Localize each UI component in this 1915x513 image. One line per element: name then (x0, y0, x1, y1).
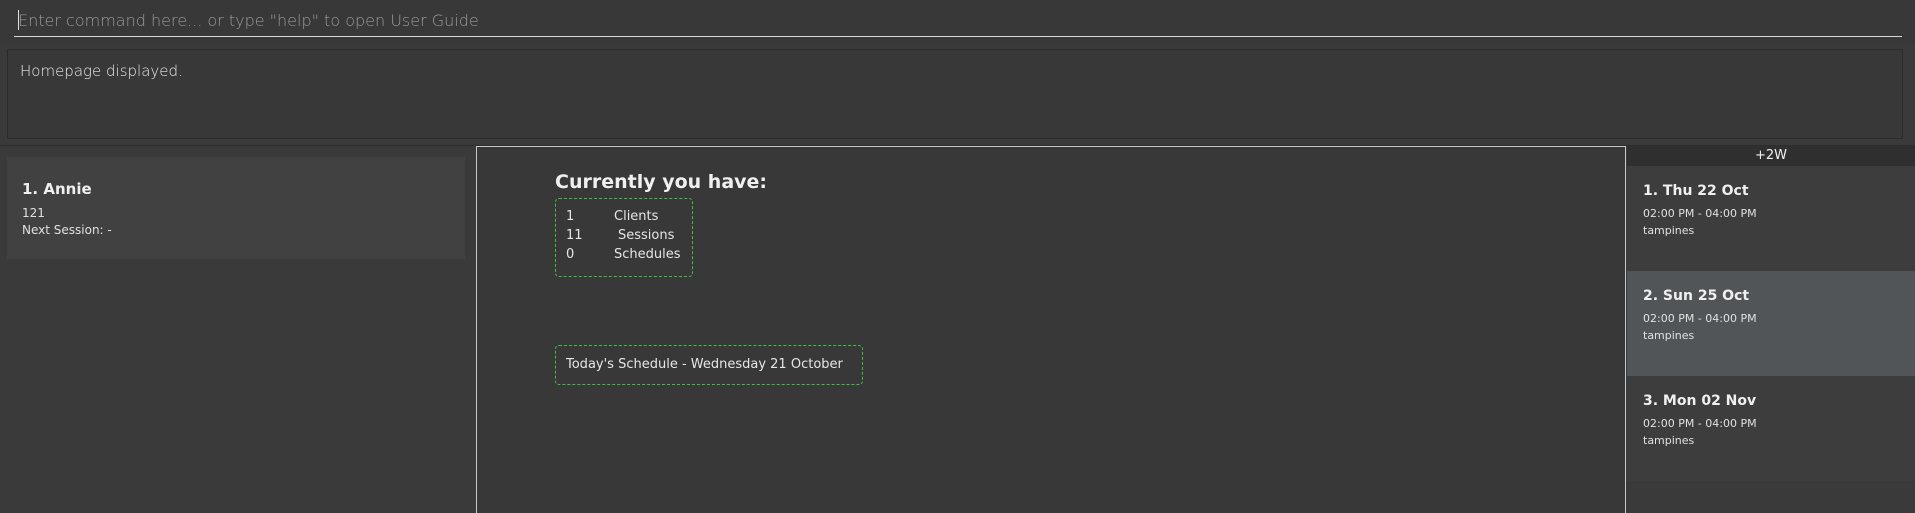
client-id: 121 (22, 206, 45, 220)
stats-box: 1 Clients 11 Sessions 0 Schedules (555, 198, 693, 277)
session-list-panel: +2W 1. Thu 22 Oct 02:00 PM - 04:00 PM ta… (1627, 146, 1915, 513)
session-time: 02:00 PM - 04:00 PM (1643, 417, 1757, 430)
session-date: 2. Sun 25 Oct (1643, 288, 1750, 304)
command-input[interactable] (14, 5, 1902, 37)
session-location: tampines (1643, 224, 1695, 237)
client-list-panel: 1. Annie 121 Next Session: - (0, 146, 475, 513)
client-card[interactable]: 1. Annie 121 Next Session: - (7, 157, 465, 259)
result-message: Homepage displayed. (20, 62, 183, 80)
session-card[interactable]: 3. Mon 02 Nov 02:00 PM - 04:00 PM tampin… (1627, 376, 1915, 481)
session-location: tampines (1643, 329, 1695, 342)
session-location: tampines (1643, 434, 1695, 447)
session-card-selected[interactable]: 2. Sun 25 Oct 02:00 PM - 04:00 PM tampin… (1627, 271, 1915, 376)
session-range-header[interactable]: +2W (1627, 146, 1915, 166)
stat-count: 1 (566, 209, 575, 224)
stat-count: 11 (566, 228, 583, 243)
client-next-session: Next Session: - (22, 223, 112, 237)
session-time: 02:00 PM - 04:00 PM (1643, 312, 1757, 325)
result-display: Homepage displayed. (7, 49, 1903, 139)
stat-count: 0 (566, 247, 575, 262)
stat-label: Clients (614, 209, 659, 224)
client-name: 1. Annie (22, 180, 92, 198)
text-caret (18, 10, 19, 30)
homepage-panel: Currently you have: 1 Clients 11 Session… (476, 146, 1626, 513)
stat-label: Sessions (618, 228, 675, 243)
stat-label: Schedules (614, 247, 681, 262)
today-schedule-box: Today's Schedule - Wednesday 21 October (555, 345, 863, 385)
summary-title: Currently you have: (555, 171, 768, 193)
session-card[interactable]: 1. Thu 22 Oct 02:00 PM - 04:00 PM tampin… (1627, 166, 1915, 271)
today-schedule-label: Today's Schedule - Wednesday 21 October (566, 357, 843, 372)
session-date: 1. Thu 22 Oct (1643, 183, 1749, 199)
session-time: 02:00 PM - 04:00 PM (1643, 207, 1757, 220)
command-bar (0, 0, 1915, 44)
session-date: 3. Mon 02 Nov (1643, 393, 1757, 409)
